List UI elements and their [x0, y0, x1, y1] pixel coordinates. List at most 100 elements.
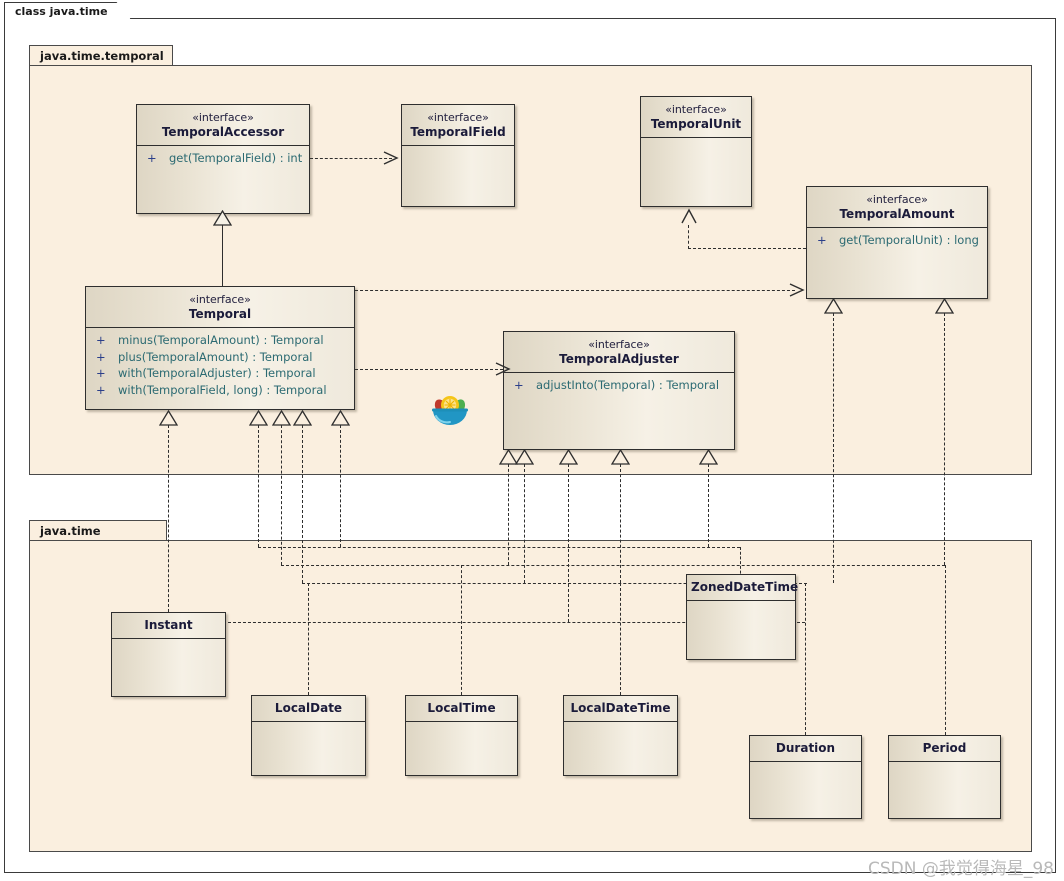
package-java-time-label: java.time: [29, 520, 167, 540]
member-row: + plus(TemporalAmount) : Temporal: [86, 349, 354, 366]
real-triangle-adjuster-2: [515, 449, 534, 465]
class-name-label: Duration: [754, 741, 857, 756]
class-local-date-time[interactable]: LocalDateTime: [563, 695, 678, 776]
stereotype-label: «interface»: [141, 110, 305, 125]
dep-temporal-to-amount: [355, 290, 795, 291]
class-name-label: TemporalAdjuster: [508, 352, 730, 367]
real-triangle-adjuster-4: [611, 449, 630, 465]
dep-amount-to-unit-horizontal: [688, 248, 806, 249]
visibility-marker: +: [817, 232, 827, 249]
real-triangle-temporal-3: [272, 410, 291, 426]
class-temporal-unit-header: «interface» TemporalUnit: [641, 97, 751, 138]
real-triangle-temporal-4: [293, 410, 312, 426]
class-name-label: TemporalAccessor: [141, 125, 305, 140]
class-period[interactable]: Period: [888, 735, 1001, 819]
class-duration[interactable]: Duration: [749, 735, 862, 819]
fruit-bowl-icon: [428, 388, 472, 436]
adj-stem-3: [568, 464, 569, 622]
stereotype-label: «interface»: [90, 292, 350, 307]
class-zoned-date-time-members: [687, 601, 795, 605]
class-temporal-amount[interactable]: «interface» TemporalAmount + get(Tempora…: [806, 186, 988, 299]
gen-temporal-to-accessor-line: [222, 225, 223, 286]
class-local-time-header: LocalTime: [406, 696, 517, 722]
class-temporal-amount-members: + get(TemporalUnit) : long: [807, 228, 987, 249]
dep-temporal-to-adjuster: [355, 369, 503, 370]
class-name-label: Temporal: [90, 307, 350, 322]
uml-diagram-canvas: class java.time java.time.temporal java.…: [0, 0, 1064, 881]
class-name-label: LocalTime: [410, 701, 513, 716]
member-signature: adjustInto(Temporal) : Temporal: [536, 377, 719, 394]
drop-local-date: [308, 583, 309, 695]
adj-stem-4: [620, 464, 621, 583]
stereotype-label: «interface»: [508, 337, 730, 352]
class-temporal-adjuster[interactable]: «interface» TemporalAdjuster + adjustInt…: [503, 331, 735, 450]
real-triangle-temporal-2: [249, 410, 268, 426]
class-period-members: [889, 762, 1000, 766]
arrowhead-amount-to-unit: [680, 206, 698, 228]
class-temporal-field-members: [402, 146, 514, 150]
real-triangle-adjuster-3: [559, 449, 578, 465]
class-local-date-header: LocalDate: [252, 696, 365, 722]
class-temporal[interactable]: «interface» Temporal + minus(TemporalAmo…: [85, 286, 355, 410]
class-instant[interactable]: Instant: [111, 612, 226, 697]
class-temporal-field-header: «interface» TemporalField: [402, 105, 514, 146]
stereotype-label: «interface»: [406, 110, 510, 125]
member-row: + get(TemporalField) : int: [137, 150, 309, 167]
class-zoned-date-time[interactable]: ZonedDateTime: [686, 574, 796, 660]
gen-triangle-temporal-to-accessor: [213, 210, 232, 226]
class-zoned-date-time-header: ZonedDateTime: [687, 575, 795, 601]
drop-local-date-time: [620, 583, 621, 695]
member-signature: plus(TemporalAmount) : Temporal: [118, 349, 312, 366]
real-stem-temporal-5: [340, 425, 341, 547]
class-name-label: LocalDate: [256, 701, 361, 716]
amount-stem-period: [944, 313, 945, 565]
class-instant-header: Instant: [112, 613, 225, 639]
visibility-marker: +: [514, 377, 524, 394]
member-row: + with(TemporalField, long) : Temporal: [86, 382, 354, 399]
class-temporal-members: + minus(TemporalAmount) : Temporal + plu…: [86, 328, 354, 398]
diagram-title-tab: class java.time: [4, 2, 131, 19]
class-temporal-unit-members: [641, 138, 751, 142]
adj-stem-5: [708, 464, 709, 547]
visibility-marker: +: [96, 332, 106, 349]
real-stem-temporal-3: [281, 425, 282, 565]
visibility-marker: +: [147, 150, 157, 167]
visibility-marker: +: [96, 349, 106, 366]
class-temporal-accessor[interactable]: «interface» TemporalAccessor + get(Tempo…: [136, 104, 310, 214]
amount-stem-duration: [833, 313, 834, 583]
member-row: + with(TemporalAdjuster) : Temporal: [86, 365, 354, 382]
drop-duration: [805, 583, 806, 735]
visibility-marker: +: [96, 365, 106, 382]
class-name-label: TemporalUnit: [645, 117, 747, 132]
class-name-label: LocalDateTime: [568, 701, 673, 716]
member-row: + adjustInto(Temporal) : Temporal: [504, 377, 734, 394]
class-local-time[interactable]: LocalTime: [405, 695, 518, 776]
arrowhead-accessor-to-field: [380, 149, 400, 167]
class-duration-members: [750, 762, 861, 766]
class-duration-header: Duration: [750, 736, 861, 762]
adj-stem-1: [508, 464, 509, 565]
class-temporal-accessor-members: + get(TemporalField) : int: [137, 146, 309, 167]
real-triangle-adjuster-5: [699, 449, 718, 465]
stereotype-label: «interface»: [645, 102, 747, 117]
real-triangle-amount-duration: [824, 298, 843, 314]
real-triangle-amount-period: [935, 298, 954, 314]
class-temporal-field[interactable]: «interface» TemporalField: [401, 104, 515, 207]
drop-local-time: [461, 565, 462, 695]
class-local-date[interactable]: LocalDate: [251, 695, 366, 776]
drop-period: [945, 565, 946, 735]
class-local-time-members: [406, 722, 517, 726]
class-period-header: Period: [889, 736, 1000, 762]
class-local-date-members: [252, 722, 365, 726]
watermark-text: CSDN @我觉得海星_98: [868, 854, 1054, 879]
route-run-547: [258, 547, 740, 548]
class-temporal-adjuster-header: «interface» TemporalAdjuster: [504, 332, 734, 373]
class-temporal-unit[interactable]: «interface» TemporalUnit: [640, 96, 752, 207]
dep-amount-to-unit-vertical: [688, 225, 689, 249]
visibility-marker: +: [96, 382, 106, 399]
member-signature: get(TemporalField) : int: [169, 150, 302, 167]
class-name-label: TemporalField: [406, 125, 510, 140]
class-temporal-adjuster-members: + adjustInto(Temporal) : Temporal: [504, 373, 734, 394]
adj-stem-2: [524, 464, 525, 583]
member-signature: get(TemporalUnit) : long: [839, 232, 979, 249]
